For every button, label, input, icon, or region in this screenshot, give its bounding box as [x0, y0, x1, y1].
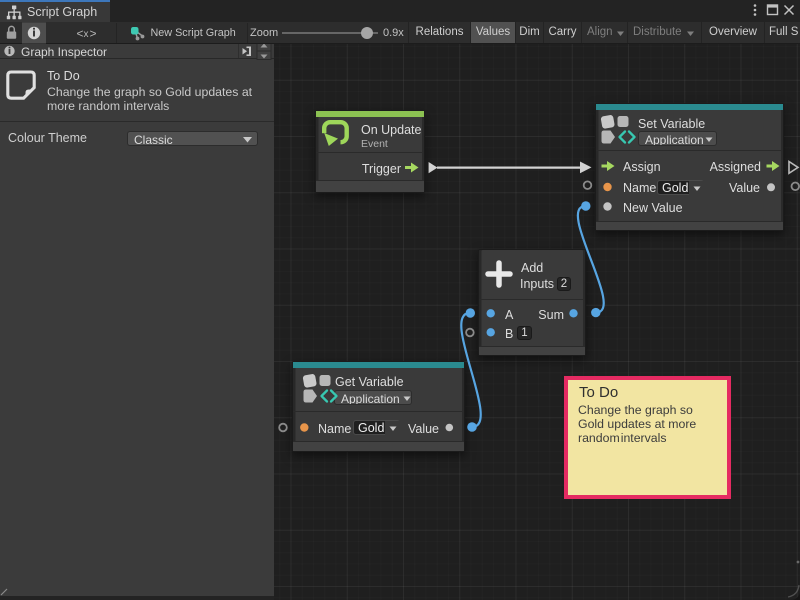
svg-text:<: < [77, 26, 84, 40]
svg-text:>: > [90, 26, 97, 40]
svg-text:x: x [84, 29, 89, 40]
